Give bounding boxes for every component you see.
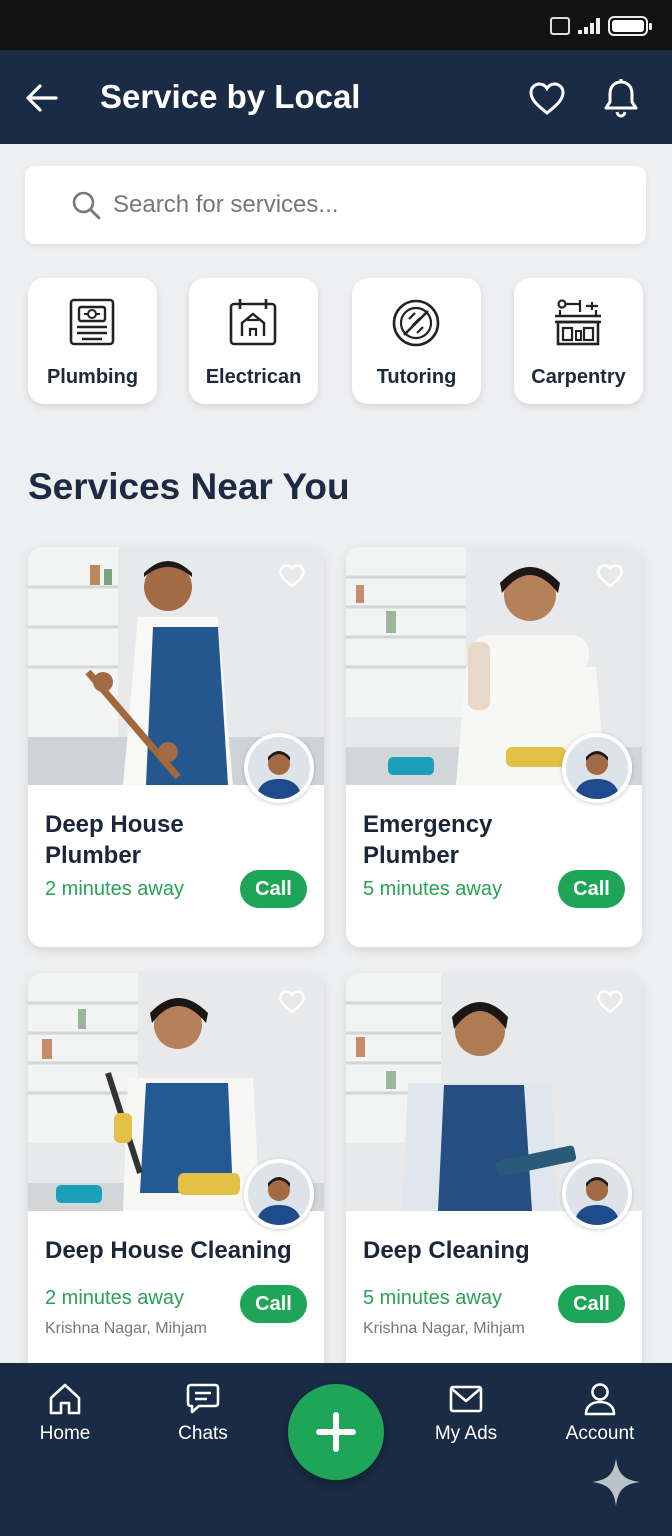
tutoring-icon (392, 299, 440, 347)
service-title: Deep House Plumber (45, 811, 184, 869)
search-icon (72, 191, 101, 220)
category-label: Plumbing (46, 366, 139, 388)
service-location: Krishna Nagar, Mihjam (363, 1320, 525, 1337)
avatar (244, 733, 314, 803)
service-distance: 2 minutes away (45, 1287, 184, 1309)
app-bar: Service by Local (0, 50, 672, 144)
arrow-left-icon[interactable] (24, 80, 60, 116)
service-title: Deep Cleaning (363, 1237, 530, 1264)
nav-home[interactable]: Home (5, 1381, 125, 1445)
nav-account[interactable]: Account (540, 1381, 660, 1445)
service-distance: 5 minutes away (363, 878, 502, 900)
call-button[interactable]: Call (240, 870, 307, 908)
add-listing-button[interactable] (288, 1384, 384, 1480)
search-input[interactable] (113, 184, 633, 226)
signal-icon (578, 18, 600, 34)
plumbing-icon (69, 298, 115, 346)
nav-label: Account (565, 1423, 635, 1444)
electrician-icon (229, 299, 277, 346)
service-title: Emergency Plumber (363, 811, 493, 869)
service-card-deep-cleaning[interactable]: Deep Cleaning 5 minutes away Call Krishn… (346, 973, 642, 1393)
call-button[interactable]: Call (558, 870, 625, 908)
battery-icon (608, 16, 652, 36)
avatar (244, 1159, 314, 1229)
section-title: Services Near You (28, 466, 350, 507)
category-tutoring[interactable]: Tutoring (352, 278, 481, 404)
heart-icon[interactable] (528, 80, 566, 118)
home-icon (49, 1383, 81, 1415)
carpentry-icon (555, 299, 601, 346)
page-title: Service by Local (100, 78, 361, 115)
category-electrician[interactable]: Electrican (189, 278, 318, 404)
sim-icon (550, 17, 570, 35)
call-button[interactable]: Call (558, 1285, 625, 1323)
user-icon (584, 1383, 616, 1416)
status-bar (0, 0, 672, 50)
heart-icon[interactable] (278, 989, 306, 1015)
nav-label: My Ads (434, 1423, 498, 1444)
plus-icon (316, 1412, 356, 1452)
mail-icon (449, 1385, 483, 1413)
avatar (562, 733, 632, 803)
category-label: Electrican (205, 366, 302, 388)
service-card-deep-house-plumber[interactable]: Deep House Plumber 2 minutes away Call (28, 547, 324, 947)
status-icons (550, 16, 652, 36)
category-carpentry[interactable]: Carpentry (514, 278, 643, 404)
service-card-emergency-plumber[interactable]: Emergency Plumber 5 minutes away Call (346, 547, 642, 947)
category-plumbing[interactable]: Plumbing (28, 278, 157, 404)
chat-icon (186, 1383, 220, 1414)
sparkle-icon (592, 1458, 640, 1506)
service-distance: 2 minutes away (45, 878, 184, 900)
category-label: Tutoring (376, 366, 457, 388)
search-bar[interactable] (25, 166, 646, 244)
nav-label: Chats (178, 1423, 228, 1444)
service-distance: 5 minutes away (363, 1287, 502, 1309)
service-title: Deep House Cleaning (45, 1237, 292, 1264)
heart-icon[interactable] (596, 989, 624, 1015)
heart-icon[interactable] (596, 563, 624, 589)
avatar (562, 1159, 632, 1229)
service-card-deep-house-cleaning[interactable]: Deep House Cleaning 2 minutes away Call … (28, 973, 324, 1393)
call-button[interactable]: Call (240, 1285, 307, 1323)
nav-label: Home (39, 1423, 91, 1444)
nav-my-ads[interactable]: My Ads (406, 1381, 526, 1445)
service-location: Krishna Nagar, Mihjam (45, 1320, 207, 1337)
category-label: Carpentry (531, 366, 626, 388)
heart-icon[interactable] (278, 563, 306, 589)
bell-icon[interactable] (602, 78, 640, 118)
nav-chats[interactable]: Chats (143, 1381, 263, 1445)
